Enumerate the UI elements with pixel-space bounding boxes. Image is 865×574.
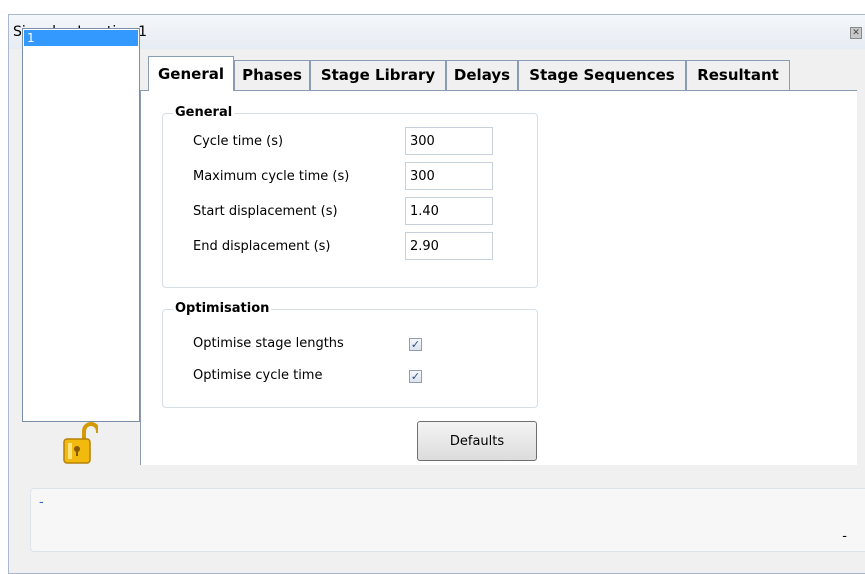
status-text: - — [39, 495, 44, 510]
end-displacement-input[interactable] — [405, 232, 493, 260]
close-icon[interactable]: ✕ — [850, 27, 862, 39]
tab-resultant[interactable]: Resultant — [686, 60, 790, 90]
maximum-cycle-time-label: Maximum cycle time (s) — [193, 169, 350, 184]
start-displacement-label: Start displacement (s) — [193, 204, 338, 219]
checkmark-icon: ✓ — [410, 338, 421, 351]
status-panel: - - — [30, 488, 865, 552]
tab-stage-library[interactable]: Stage Library — [310, 60, 446, 90]
list-item[interactable]: 1 — [24, 30, 138, 46]
optimise-cycle-time-label: Optimise cycle time — [193, 368, 323, 383]
cycle-time-label: Cycle time (s) — [193, 134, 284, 149]
optimise-stage-lengths-label: Optimise stage lengths — [193, 336, 344, 351]
checkmark-icon: ✓ — [410, 370, 421, 383]
status-right-text: - — [842, 529, 847, 544]
optimisation-group: Optimisation — [162, 301, 538, 408]
general-group-title: General — [173, 105, 235, 120]
tab-stage-sequences[interactable]: Stage Sequences — [518, 60, 686, 90]
tab-phases[interactable]: Phases — [234, 60, 310, 90]
optimise-cycle-time-checkbox[interactable]: ✓ — [409, 370, 422, 383]
tab-general[interactable]: General — [148, 56, 234, 91]
optimise-stage-lengths-checkbox[interactable]: ✓ — [409, 338, 422, 351]
unlocked-padlock-icon[interactable] — [62, 421, 98, 465]
defaults-button[interactable]: Defaults — [417, 421, 537, 461]
end-displacement-label: End displacement (s) — [193, 239, 331, 254]
optimisation-group-title: Optimisation — [173, 301, 272, 316]
tab-delays[interactable]: Delays — [446, 60, 518, 90]
junction-list[interactable]: 1 — [22, 28, 140, 422]
maximum-cycle-time-input[interactable] — [405, 162, 493, 190]
start-displacement-input[interactable] — [405, 197, 493, 225]
cycle-time-input[interactable] — [405, 127, 493, 155]
